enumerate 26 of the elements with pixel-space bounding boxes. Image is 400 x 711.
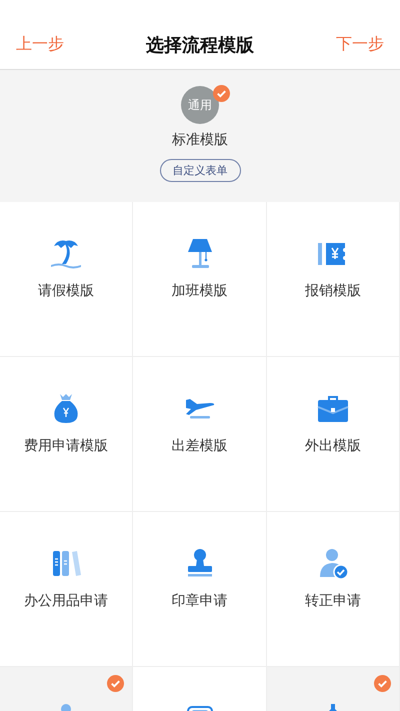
- template-label: 办公用品申请: [24, 592, 108, 610]
- template-label: 转正申请: [305, 592, 361, 610]
- page-title: 选择流程模版: [146, 34, 254, 56]
- template-label: 报销模版: [305, 282, 361, 300]
- template-card[interactable]: 外出模版: [267, 357, 400, 512]
- template-card[interactable]: 请假模版: [0, 202, 133, 357]
- check-icon: [374, 675, 391, 692]
- template-name: 标准模版: [172, 131, 228, 149]
- check-icon: [213, 85, 230, 102]
- template-card[interactable]: 印章申请: [133, 512, 267, 667]
- template-card[interactable]: 加班模版: [133, 202, 267, 357]
- template-label: 外出模版: [305, 437, 361, 455]
- template-card[interactable]: 费用申请模版: [0, 357, 133, 512]
- template-card[interactable]: 转正申请: [267, 512, 400, 667]
- check-icon: [107, 675, 124, 692]
- template-label: 出差模版: [172, 437, 228, 455]
- template-card[interactable]: 报销模版: [267, 202, 400, 357]
- template-card[interactable]: 出差模版: [133, 357, 267, 512]
- standard-template-panel[interactable]: 通用 标准模版 自定义表单: [0, 70, 400, 202]
- custom-form-button[interactable]: 自定义表单: [160, 159, 240, 182]
- template-label: 印章申请: [172, 592, 228, 610]
- template-label: 费用申请模版: [24, 437, 108, 455]
- template-avatar: 通用: [181, 86, 219, 124]
- template-label: 加班模版: [172, 282, 228, 300]
- template-label: 请假模版: [38, 282, 94, 300]
- template-card[interactable]: 办公用品申请: [0, 512, 133, 667]
